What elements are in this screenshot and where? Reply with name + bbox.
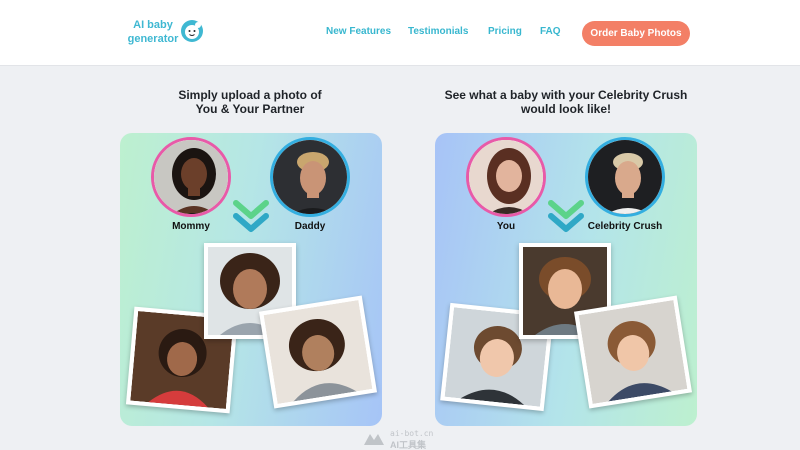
daddy-avatar (270, 137, 350, 217)
upload-card: Mommy Daddy (120, 133, 382, 426)
section-title-upload-line-2: You & Your Partner (195, 102, 305, 116)
celebrity-label: Celebrity Crush (587, 221, 663, 232)
section-title-celebrity-line-2: would look like! (520, 102, 611, 116)
chevron-down-icon (548, 200, 584, 232)
order-baby-photos-button[interactable]: Order Baby Photos (582, 21, 690, 46)
baby-photo-3-image (263, 300, 373, 404)
site-header: AI baby generator New Features Testimoni… (0, 0, 800, 66)
section-title-celebrity: See what a baby with your Celebrity Crus… (436, 88, 696, 116)
mommy-portrait (154, 140, 228, 214)
celebrity-card: You Celebrity Crush (435, 133, 697, 426)
baby-photo-3 (258, 295, 378, 409)
nav-new-features[interactable]: New Features (326, 26, 391, 37)
robot-icon (364, 434, 384, 445)
chevron-down-icon (233, 200, 269, 232)
celebrity-portrait (588, 140, 662, 214)
watermark-brand: AI工具集 (390, 440, 427, 450)
nav-pricing[interactable]: Pricing (488, 26, 522, 37)
daddy-portrait (273, 140, 347, 214)
you-avatar (466, 137, 546, 217)
mommy-avatar (151, 137, 231, 217)
nav-testimonials[interactable]: Testimonials (408, 26, 468, 37)
watermark: ai-bot.cn AI工具集 (362, 429, 452, 450)
daddy-label: Daddy (294, 221, 326, 232)
you-portrait (469, 140, 543, 214)
baby-photo-6 (573, 295, 693, 409)
mommy-label: Mommy (172, 221, 210, 232)
section-title-celebrity-line-1: See what a baby with your Celebrity Crus… (444, 88, 688, 102)
baby-photo-6-image (578, 300, 688, 404)
celebrity-avatar (585, 137, 665, 217)
section-title-upload: Simply upload a photo of You & Your Part… (120, 88, 380, 116)
you-label: You (496, 221, 516, 232)
nav-faq[interactable]: FAQ (540, 26, 561, 37)
watermark-domain: ai-bot.cn (390, 429, 434, 438)
section-title-upload-line-1: Simply upload a photo of (178, 88, 322, 102)
